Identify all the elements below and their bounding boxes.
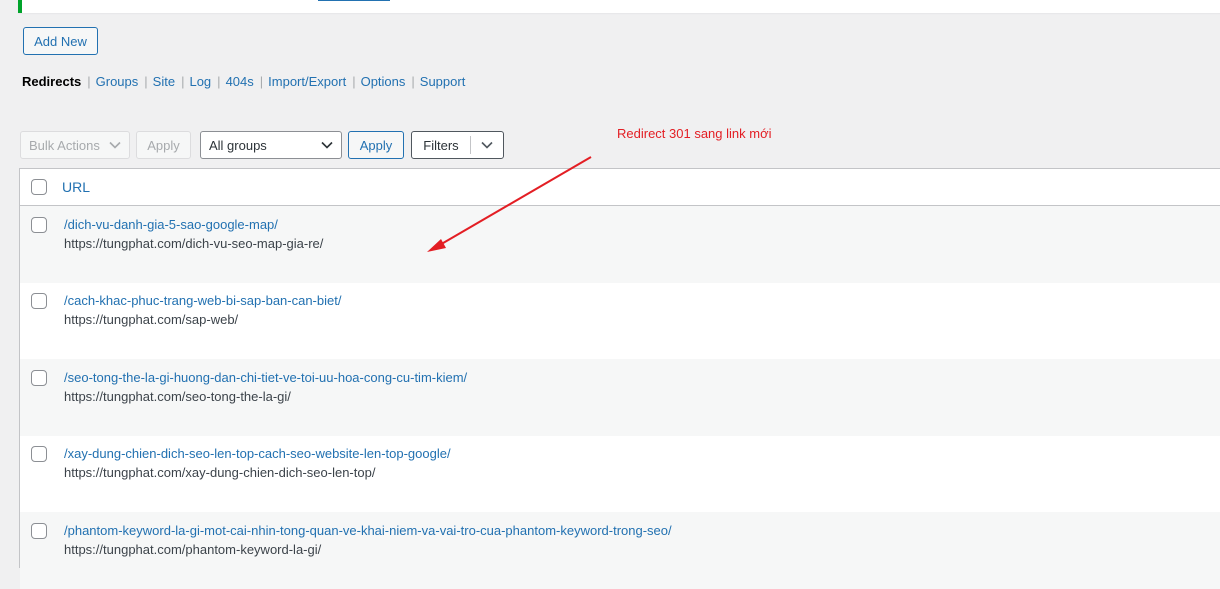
filters-label: Filters	[423, 137, 459, 153]
nav-separator: |	[217, 74, 221, 89]
table-row: /cach-khac-phuc-trang-web-bi-sap-ban-can…	[20, 282, 1220, 359]
source-url-link[interactable]: /phantom-keyword-la-gi-mot-cai-nhin-tong…	[64, 523, 672, 538]
filters-dropdown-button[interactable]: Filters	[411, 131, 504, 159]
target-url: https://tungphat.com/xay-dung-chien-dich…	[64, 465, 376, 480]
nav-item-404s[interactable]: | 404s	[211, 73, 254, 91]
filters-toggle[interactable]	[471, 132, 503, 158]
row-checkbox[interactable]	[31, 293, 47, 309]
annotation-label: Redirect 301 sang link mới	[617, 126, 772, 141]
group-filter-value: All groups	[209, 137, 267, 153]
chevron-down-icon	[109, 141, 121, 149]
nav-separator: |	[181, 74, 185, 89]
nav-item-redirects[interactable]: Redirects	[22, 73, 81, 91]
select-all-checkbox[interactable]	[31, 179, 47, 195]
table-row: /seo-tong-the-la-gi-huong-dan-chi-tiet-v…	[20, 359, 1220, 436]
row-checkbox[interactable]	[31, 523, 47, 539]
nav-link-404s[interactable]: 404s	[226, 73, 254, 91]
nav-item-import-export[interactable]: | Import/Export	[254, 73, 346, 91]
group-filter-select[interactable]: All groups	[200, 131, 342, 159]
nav-separator: |	[411, 74, 415, 89]
redirection-nav: Redirects | Groups | Site | Log | 404s | Impo…	[22, 73, 465, 91]
nav-link-support[interactable]: Support	[420, 73, 466, 91]
nav-separator: |	[352, 74, 356, 89]
nav-separator: |	[144, 74, 148, 89]
table-row: /phantom-keyword-la-gi-mot-cai-nhin-tong…	[20, 512, 1220, 589]
table-row: /xay-dung-chien-dich-seo-len-top-cach-se…	[20, 435, 1220, 512]
bulk-actions-select[interactable]: Bulk Actions	[20, 131, 130, 159]
source-url-link[interactable]: /seo-tong-the-la-gi-huong-dan-chi-tiet-v…	[64, 370, 467, 385]
target-url: https://tungphat.com/sap-web/	[64, 312, 239, 327]
target-url: https://tungphat.com/seo-tong-the-la-gi/	[64, 389, 291, 404]
nav-item-support[interactable]: | Support	[405, 73, 465, 91]
nav-link-redirects[interactable]: Redirects	[22, 73, 81, 91]
bulk-apply-button[interactable]: Apply	[136, 131, 191, 159]
row-checkbox[interactable]	[31, 370, 47, 386]
nav-item-log[interactable]: | Log	[175, 73, 211, 91]
bulk-actions-label: Bulk Actions	[29, 137, 100, 153]
table-row: /dich-vu-danh-gia-5-sao-google-map/ http…	[20, 206, 1220, 283]
target-url: https://tungphat.com/dich-vu-seo-map-gia…	[64, 236, 324, 251]
nav-separator: |	[87, 74, 91, 89]
success-notice	[18, 0, 1220, 13]
target-url: https://tungphat.com/phantom-keyword-la-…	[64, 542, 322, 557]
row-checkbox[interactable]	[31, 446, 47, 462]
group-apply-button[interactable]: Apply	[348, 131, 404, 159]
nav-item-site[interactable]: | Site	[138, 73, 175, 91]
nav-link-options[interactable]: Options	[361, 73, 406, 91]
notice-link-underline	[318, 0, 390, 1]
redirects-table: URL /dich-vu-danh-gia-5-sao-google-map/ …	[19, 168, 1220, 589]
nav-link-log[interactable]: Log	[189, 73, 211, 91]
nav-link-site[interactable]: Site	[153, 73, 175, 91]
add-new-button[interactable]: Add New	[23, 27, 98, 55]
nav-item-options[interactable]: | Options	[346, 73, 405, 91]
source-url-link[interactable]: /cach-khac-phuc-trang-web-bi-sap-ban-can…	[64, 293, 341, 308]
nav-link-groups[interactable]: Groups	[96, 73, 139, 91]
table-header: URL	[20, 169, 1220, 206]
nav-separator: |	[259, 74, 264, 89]
row-checkbox[interactable]	[31, 217, 47, 233]
chevron-down-icon	[321, 141, 333, 149]
column-header-url[interactable]: URL	[62, 179, 90, 195]
nav-link-import-export[interactable]: Import/Export	[268, 73, 346, 91]
source-url-link[interactable]: /dich-vu-danh-gia-5-sao-google-map/	[64, 217, 278, 232]
source-url-link[interactable]: /xay-dung-chien-dich-seo-len-top-cach-se…	[64, 446, 451, 461]
nav-item-groups[interactable]: | Groups	[81, 73, 138, 91]
chevron-down-icon	[481, 141, 493, 149]
